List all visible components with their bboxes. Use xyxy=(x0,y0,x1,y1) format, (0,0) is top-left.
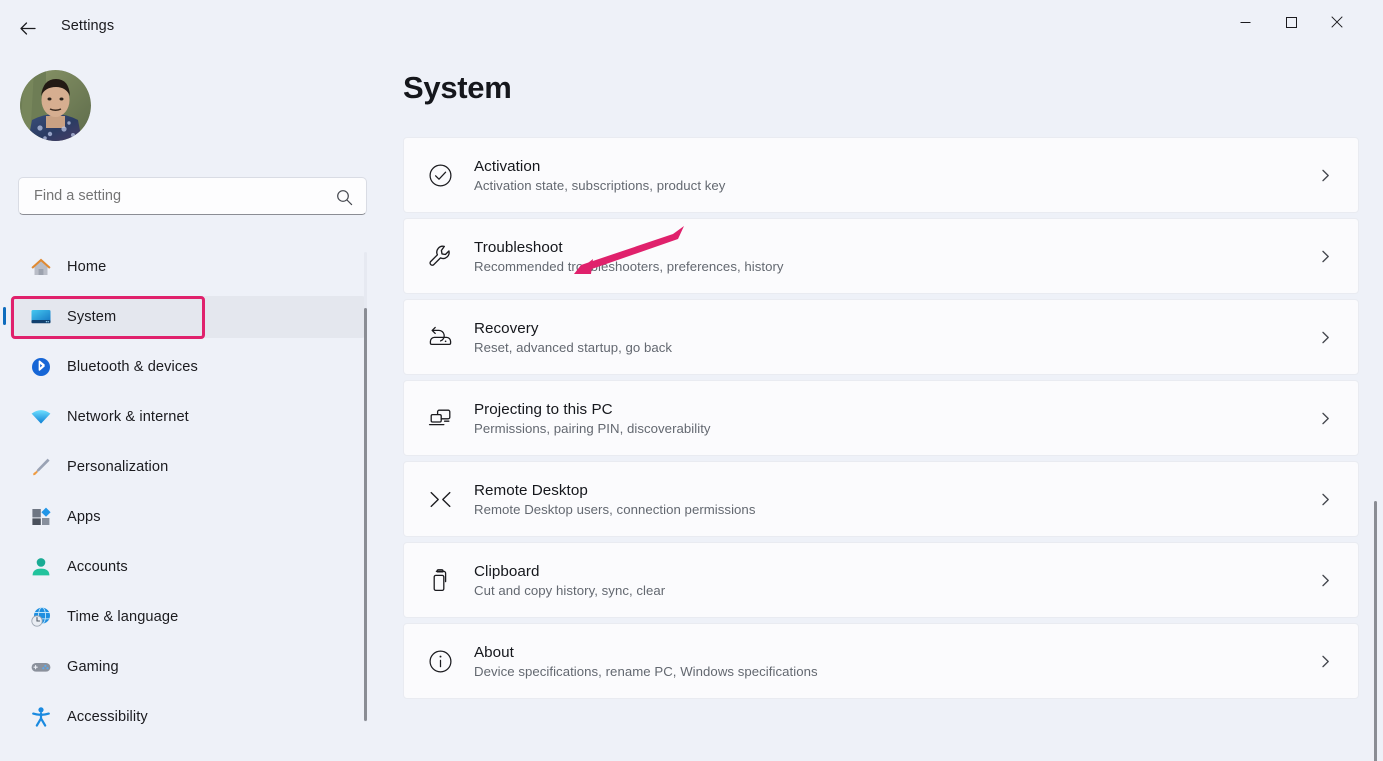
sidebar: Home System Bluetooth & devices Network … xyxy=(0,56,385,761)
sidebar-item-label: Network & internet xyxy=(67,409,189,425)
sidebar-item-label: Bluetooth & devices xyxy=(67,359,198,375)
settings-card-subtitle: Activation state, subscriptions, product… xyxy=(474,178,1312,193)
clipboard-icon xyxy=(426,566,454,594)
settings-card-text: Remote Desktop Remote Desktop users, conn… xyxy=(474,482,1312,517)
settings-card-title: Remote Desktop xyxy=(474,482,1312,499)
chevron-right-icon[interactable] xyxy=(1312,243,1338,269)
time-language-icon xyxy=(30,606,52,628)
maximize-icon xyxy=(1286,17,1297,28)
home-icon xyxy=(30,256,52,278)
chevron-right-icon[interactable] xyxy=(1312,162,1338,188)
settings-card-projecting-to-this-pc[interactable]: Projecting to this PC Permissions, pairin… xyxy=(403,380,1359,456)
chevron-right-icon[interactable] xyxy=(1312,486,1338,512)
settings-card-text: Recovery Reset, advanced startup, go back xyxy=(474,320,1312,355)
settings-card-subtitle: Remote Desktop users, connection permiss… xyxy=(474,502,1312,517)
settings-card-text: Troubleshoot Recommended troubleshooters,… xyxy=(474,239,1312,274)
sidebar-item-label: Home xyxy=(67,259,106,275)
sidebar-item-personalization[interactable]: Personalization xyxy=(10,446,367,488)
chevron-right-icon[interactable] xyxy=(1312,648,1338,674)
personalization-icon xyxy=(30,456,52,478)
chevron-right-icon[interactable] xyxy=(1312,324,1338,350)
recovery-icon xyxy=(426,323,454,351)
search-input[interactable] xyxy=(34,178,324,214)
sidebar-item-time-language[interactable]: Time & language xyxy=(10,596,367,638)
network-icon xyxy=(30,406,52,428)
settings-card-text: Projecting to this PC Permissions, pairin… xyxy=(474,401,1312,436)
sidebar-scrollbar-thumb[interactable] xyxy=(364,308,367,721)
minimize-icon xyxy=(1240,17,1251,28)
settings-card-activation[interactable]: Activation Activation state, subscription… xyxy=(403,137,1359,213)
settings-card-recovery[interactable]: Recovery Reset, advanced startup, go back xyxy=(403,299,1359,375)
sidebar-item-apps[interactable]: Apps xyxy=(10,496,367,538)
settings-card-title: Troubleshoot xyxy=(474,239,1312,256)
avatar-photo xyxy=(20,70,91,141)
settings-card-clipboard[interactable]: Clipboard Cut and copy history, sync, cle… xyxy=(403,542,1359,618)
page-title: System xyxy=(403,70,512,106)
sidebar-item-label: Accessibility xyxy=(67,709,148,725)
settings-card-text: Clipboard Cut and copy history, sync, cle… xyxy=(474,563,1312,598)
settings-card-subtitle: Device specifications, rename PC, Window… xyxy=(474,664,1312,679)
search-box[interactable] xyxy=(18,177,367,215)
settings-card-title: Activation xyxy=(474,158,1312,175)
accounts-icon xyxy=(30,556,52,578)
settings-card-subtitle: Recommended troubleshooters, preferences… xyxy=(474,259,1312,274)
info-circle-icon xyxy=(426,647,454,675)
app-title: Settings xyxy=(61,18,114,34)
maximize-button[interactable] xyxy=(1268,0,1314,44)
search-icon xyxy=(334,187,354,207)
sidebar-item-bluetooth-devices[interactable]: Bluetooth & devices xyxy=(10,346,367,388)
settings-card-subtitle: Reset, advanced startup, go back xyxy=(474,340,1312,355)
avatar[interactable] xyxy=(20,70,91,141)
settings-card-title: Projecting to this PC xyxy=(474,401,1312,418)
settings-card-title: Recovery xyxy=(474,320,1312,337)
settings-card-subtitle: Permissions, pairing PIN, discoverabilit… xyxy=(474,421,1312,436)
main-scrollbar[interactable] xyxy=(1374,501,1377,761)
accessibility-icon xyxy=(30,706,52,728)
wrench-icon xyxy=(426,242,454,270)
sidebar-item-label: Accounts xyxy=(67,559,128,575)
bluetooth-icon xyxy=(30,356,52,378)
sidebar-item-accessibility[interactable]: Accessibility xyxy=(10,696,367,738)
settings-card-title: Clipboard xyxy=(474,563,1312,580)
settings-card-list: Activation Activation state, subscription… xyxy=(403,137,1359,704)
sidebar-item-network-internet[interactable]: Network & internet xyxy=(10,396,367,438)
close-icon xyxy=(1331,16,1343,28)
projecting-icon xyxy=(426,404,454,432)
sidebar-item-label: System xyxy=(67,309,116,325)
sidebar-item-system[interactable]: System xyxy=(10,296,367,338)
apps-icon xyxy=(30,506,52,528)
minimize-button[interactable] xyxy=(1222,0,1268,44)
title-bar: Settings xyxy=(0,0,1383,56)
sidebar-item-label: Gaming xyxy=(67,659,119,675)
sidebar-item-label: Apps xyxy=(67,509,101,525)
sidebar-item-label: Personalization xyxy=(67,459,168,475)
sidebar-nav: Home System Bluetooth & devices Network … xyxy=(0,246,385,761)
back-button[interactable] xyxy=(10,12,44,44)
sidebar-item-home[interactable]: Home xyxy=(10,246,367,288)
sidebar-item-label: Time & language xyxy=(67,609,178,625)
system-icon xyxy=(30,306,52,328)
settings-card-about[interactable]: About Device specifications, rename PC, W… xyxy=(403,623,1359,699)
remote-desktop-icon xyxy=(426,485,454,513)
chevron-right-icon[interactable] xyxy=(1312,567,1338,593)
settings-card-text: About Device specifications, rename PC, W… xyxy=(474,644,1312,679)
chevron-right-icon[interactable] xyxy=(1312,405,1338,431)
settings-card-text: Activation Activation state, subscription… xyxy=(474,158,1312,193)
main-content: System Activation Activation state, subsc… xyxy=(385,56,1383,761)
settings-card-title: About xyxy=(474,644,1312,661)
gaming-icon xyxy=(30,656,52,678)
settings-card-subtitle: Cut and copy history, sync, clear xyxy=(474,583,1312,598)
sidebar-item-accounts[interactable]: Accounts xyxy=(10,546,367,588)
settings-card-troubleshoot[interactable]: Troubleshoot Recommended troubleshooters,… xyxy=(403,218,1359,294)
settings-card-remote-desktop[interactable]: Remote Desktop Remote Desktop users, conn… xyxy=(403,461,1359,537)
back-arrow-icon xyxy=(18,19,37,38)
sidebar-item-gaming[interactable]: Gaming xyxy=(10,646,367,688)
close-button[interactable] xyxy=(1314,0,1360,44)
sidebar-scrollbar[interactable] xyxy=(364,252,367,722)
check-circle-icon xyxy=(426,161,454,189)
main-scrollbar-thumb[interactable] xyxy=(1374,501,1377,761)
